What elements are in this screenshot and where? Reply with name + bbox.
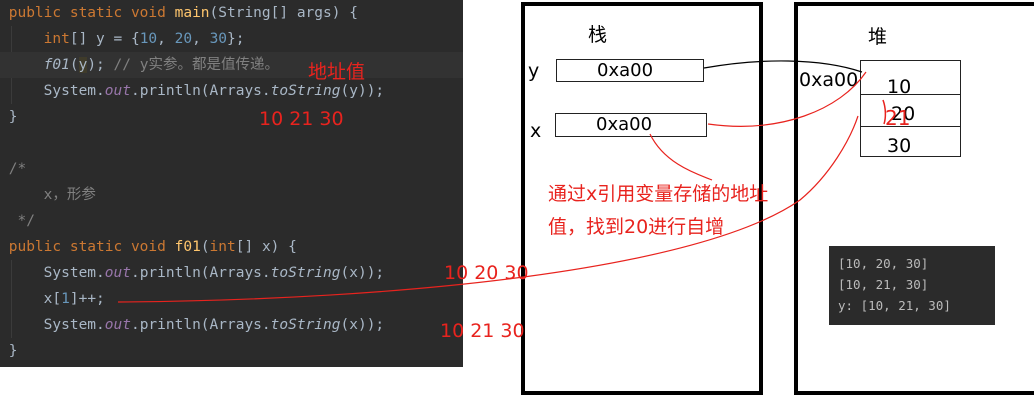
annotation-incremented-value: 21	[885, 106, 911, 130]
stack-var-y-cell: 0xa00	[556, 59, 704, 82]
code-editor: public static void main(String[] args) {…	[0, 0, 463, 367]
code-token: System.	[8, 265, 105, 281]
stack-var-x-label: x	[530, 120, 542, 142]
heap-array: 10 20 30	[860, 60, 961, 157]
code-line: System.out.println(Arrays.toString(x));	[0, 312, 463, 338]
code-token: [] x) {	[235, 239, 297, 255]
code-token: out	[104, 265, 131, 281]
console-line: y: [10, 21, 30]	[838, 298, 951, 313]
code-token: int	[43, 31, 70, 47]
code-token: // y实参。都是值传递。	[104, 57, 279, 73]
code-line: x[1]++;	[0, 286, 463, 312]
console-line: [10, 20, 30]	[838, 256, 929, 271]
annotation-after-increment: 10 21 30	[440, 320, 525, 342]
code-token: 10	[139, 31, 158, 47]
code-token: .println(Arrays.	[130, 83, 271, 99]
code-line: x，形参	[0, 182, 463, 208]
heap-element-2: 30	[887, 135, 912, 157]
heap-array-address: 0xa00	[799, 69, 859, 91]
code-line: System.out.println(Arrays.toString(x));	[0, 260, 463, 286]
code-token: System.	[8, 317, 105, 333]
code-token: x[	[8, 291, 62, 307]
code-line: /*	[0, 156, 463, 182]
code-token: 1	[61, 291, 70, 307]
console-output: [10, 20, 30] [10, 21, 30] y: [10, 21, 30…	[829, 246, 995, 325]
code-token: ,	[192, 31, 210, 47]
code-token: out	[104, 317, 131, 333]
code-token: toString	[270, 83, 341, 99]
annotation-main-result: 10 21 30	[259, 108, 344, 130]
stack-title: 栈	[588, 24, 608, 46]
code-token: }	[8, 343, 18, 359]
code-line: System.out.println(Arrays.toString(y));	[0, 78, 463, 104]
annotation-address-value: 地址值	[308, 61, 366, 83]
code-token: f01	[174, 239, 201, 255]
heap-element-0: 10	[887, 76, 912, 98]
code-token: int	[209, 239, 236, 255]
code-token: toString	[270, 317, 341, 333]
code-token: .println(Arrays.	[130, 265, 271, 281]
annotation-explanation: 通过x引用变量存储的地址值，找到20进行自增	[548, 183, 769, 238]
code-line: }	[0, 104, 463, 130]
code-line: }	[0, 338, 463, 364]
code-token: .println(Arrays.	[130, 317, 271, 333]
code-line: */	[0, 208, 463, 234]
heap-title: 堆	[868, 26, 888, 48]
stack-var-x-cell: 0xa00	[555, 113, 707, 137]
code-token: }	[8, 109, 18, 125]
code-token: (	[69, 57, 79, 73]
code-token: out	[104, 83, 131, 99]
code-token: public static void	[8, 5, 175, 21]
code-token: );	[87, 57, 105, 73]
code-token: (y));	[340, 83, 385, 99]
code-token: ]++;	[69, 291, 105, 307]
annotation-before-increment: 10 20 30	[444, 262, 529, 284]
console-line: [10, 21, 30]	[838, 277, 929, 292]
code-token: (x));	[340, 265, 385, 281]
code-token: [] y = {	[69, 31, 140, 47]
stack-var-y-label: y	[528, 60, 540, 82]
code-line: f01(y); // y实参。都是值传递。	[0, 52, 463, 78]
code-token: 30	[209, 31, 228, 47]
code-line: public static void f01(int[] x) {	[0, 234, 463, 260]
code-token: ,	[157, 31, 175, 47]
code-token: };	[227, 31, 245, 47]
code-line: int[] y = {10, 20, 30};	[0, 26, 463, 52]
code-token: (	[200, 239, 210, 255]
code-token: f01	[43, 57, 70, 73]
code-token: x，形参	[8, 187, 96, 203]
code-line: public static void main(String[] args) {	[0, 0, 463, 26]
code-token: toString	[270, 265, 341, 281]
code-token: (String[] args) {	[209, 5, 358, 21]
code-token: */	[8, 213, 35, 229]
code-token: /*	[8, 161, 27, 177]
code-token: main	[174, 5, 210, 21]
code-token: 20	[174, 31, 193, 47]
code-token: System.	[8, 83, 105, 99]
heap-array-divider	[861, 126, 960, 127]
code-token: (x));	[340, 317, 385, 333]
code-token: public static void	[8, 239, 175, 255]
